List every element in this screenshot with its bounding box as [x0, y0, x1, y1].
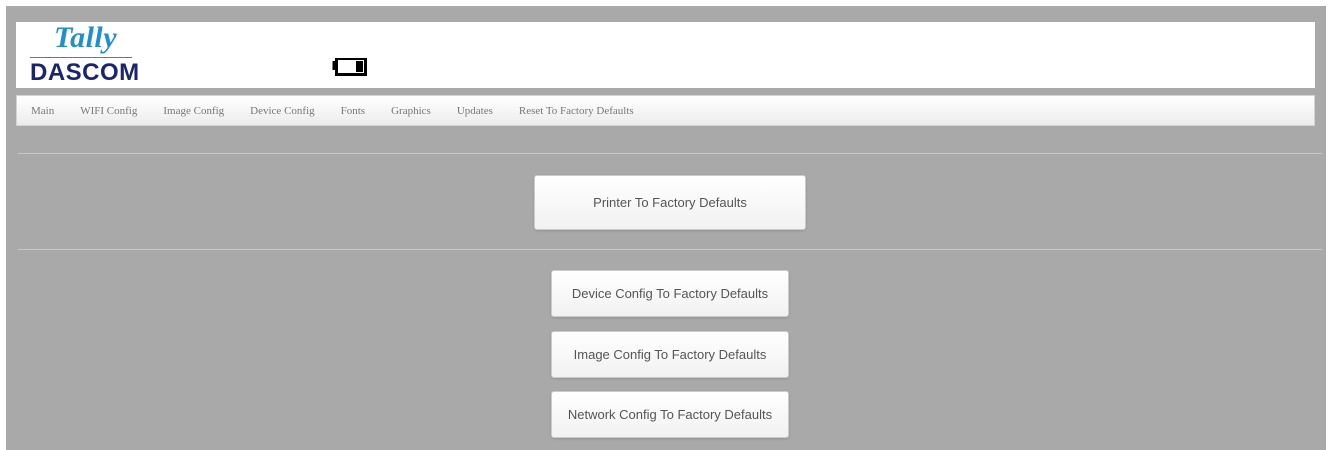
printer-factory-defaults-button[interactable]: Printer To Factory Defaults: [534, 175, 806, 230]
section-divider-top: [18, 153, 1322, 154]
nav-fonts[interactable]: Fonts: [341, 105, 365, 117]
nav-wifi-config[interactable]: WIFI Config: [80, 105, 137, 117]
header-banner: Tally DASCOM: [16, 21, 1315, 88]
device-config-factory-defaults-button[interactable]: Device Config To Factory Defaults: [551, 270, 789, 317]
battery-icon: [332, 58, 367, 76]
nav-device-config[interactable]: Device Config: [250, 105, 314, 117]
nav-updates[interactable]: Updates: [457, 105, 493, 117]
section-divider-middle: [18, 249, 1322, 250]
nav-main[interactable]: Main: [31, 105, 54, 117]
main-nav-bar: Main WIFI Config Image Config Device Con…: [16, 95, 1315, 126]
network-config-factory-defaults-button[interactable]: Network Config To Factory Defaults: [551, 391, 789, 438]
logo-tally-text: Tally: [54, 21, 118, 54]
logo-dascom-text: DASCOM: [30, 59, 140, 86]
brand-logo: Tally DASCOM: [30, 21, 170, 88]
image-config-factory-defaults-button[interactable]: Image Config To Factory Defaults: [551, 331, 789, 378]
nav-reset-factory-defaults[interactable]: Reset To Factory Defaults: [519, 105, 634, 117]
logo-divider: [30, 57, 132, 58]
nav-graphics[interactable]: Graphics: [391, 105, 431, 117]
page-viewport: Tally DASCOM Main WIFI Config Image Conf…: [6, 6, 1326, 450]
nav-image-config[interactable]: Image Config: [163, 105, 224, 117]
